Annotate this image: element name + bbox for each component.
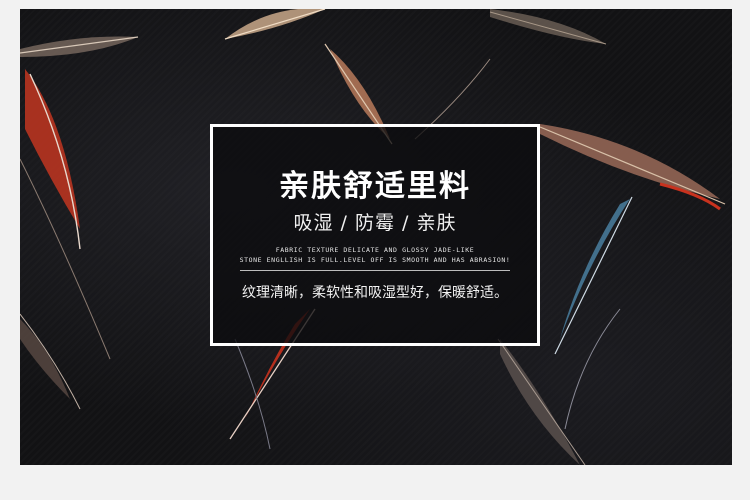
card-english-line-2: STONE ENGLLISH IS FULL.LEVEL OFF IS SMOO… — [239, 256, 511, 264]
feather-bottom-left — [20, 313, 81, 410]
fabric-photo: 亲肤舒适里料 吸湿 / 防霉 / 亲肤 FABRIC TEXTURE DELIC… — [20, 9, 732, 465]
card-english-text: FABRIC TEXTURE DELICATE AND GLOSSY JADE-… — [213, 245, 537, 265]
feather-top-right — [489, 9, 607, 45]
feature-card: 亲肤舒适里料 吸湿 / 防霉 / 亲肤 FABRIC TEXTURE DELIC… — [210, 124, 540, 346]
card-subtitle: 吸湿 / 防霉 / 亲肤 — [293, 212, 457, 234]
card-title: 亲肤舒适里料 — [279, 169, 471, 204]
card-divider — [240, 270, 510, 271]
feather-blue — [554, 196, 633, 355]
feather-top — [224, 9, 326, 40]
card-english-line-1: FABRIC TEXTURE DELICATE AND GLOSSY JADE-… — [275, 246, 475, 254]
card-description: 纹理清晰，柔软性和吸湿型好，保暖舒适。 — [242, 285, 508, 301]
feather-red-left — [20, 69, 111, 360]
feather-top-left — [20, 36, 139, 57]
feather-right — [539, 124, 726, 211]
